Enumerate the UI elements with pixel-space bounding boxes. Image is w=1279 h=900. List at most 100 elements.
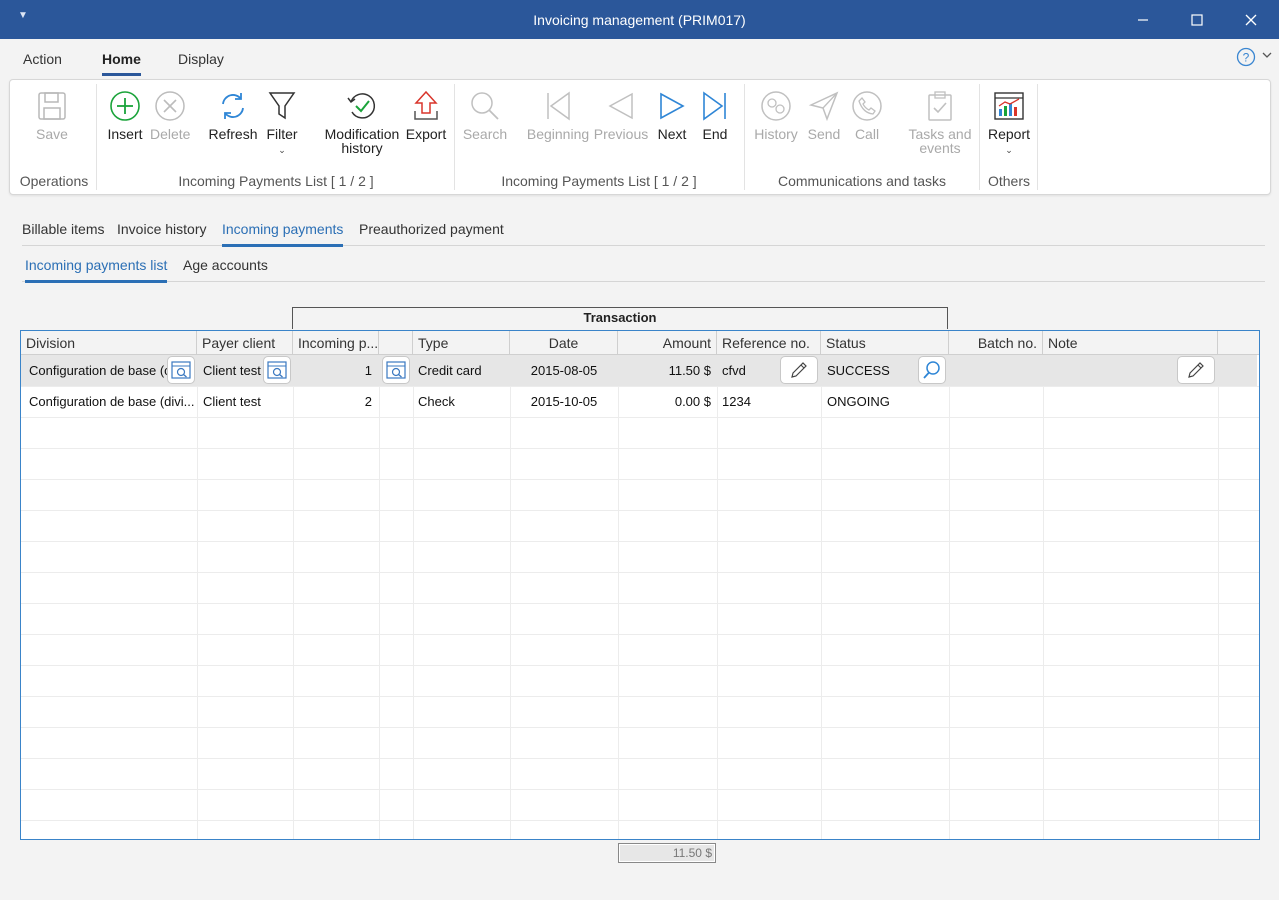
history-icon bbox=[761, 91, 791, 121]
grid-line bbox=[821, 355, 822, 839]
column-header-blank[interactable] bbox=[379, 331, 413, 355]
pencil-icon bbox=[791, 362, 807, 378]
cell-amount: 11.50 $ bbox=[668, 363, 711, 378]
history-check-icon bbox=[347, 93, 376, 119]
tasks-and-events-button[interactable]: Tasks and events bbox=[904, 86, 976, 155]
send-label: Send bbox=[807, 126, 841, 142]
table-row[interactable]: Configuration de base (divi... Client te… bbox=[21, 386, 1257, 417]
column-header-filler bbox=[1218, 331, 1259, 355]
insert-button[interactable]: Insert bbox=[106, 86, 144, 141]
tab-billable-items[interactable]: Billable items bbox=[22, 221, 104, 246]
delete-label: Delete bbox=[150, 126, 191, 142]
cell-date: 2015-08-05 bbox=[530, 363, 598, 378]
lookup-card-icon bbox=[171, 361, 191, 379]
tab-age-accounts[interactable]: Age accounts bbox=[183, 257, 268, 282]
group-label-operations: Operations bbox=[19, 173, 89, 189]
incoming-payment-lookup-button[interactable] bbox=[382, 356, 410, 384]
previous-button[interactable]: Previous bbox=[592, 86, 650, 141]
table-row[interactable]: Configuration de base (c Client test 1 C… bbox=[21, 355, 1257, 386]
ribbon-collapse-icon[interactable] bbox=[1262, 48, 1272, 62]
export-button[interactable]: Export bbox=[404, 86, 448, 141]
grid-line bbox=[1043, 355, 1044, 839]
group-label-others: Others bbox=[987, 173, 1030, 189]
lookup-card-icon bbox=[267, 361, 287, 379]
clipboard-check-icon bbox=[928, 91, 952, 121]
insert-label: Insert bbox=[107, 126, 143, 142]
report-button[interactable]: Report ⌄ bbox=[986, 86, 1032, 157]
history-button[interactable]: History bbox=[752, 86, 800, 141]
maximize-icon bbox=[1191, 13, 1203, 26]
column-header-amount[interactable]: Amount bbox=[618, 331, 717, 355]
grid-line bbox=[21, 665, 1259, 666]
reference-edit-button[interactable] bbox=[780, 356, 818, 384]
beginning-button[interactable]: Beginning bbox=[526, 86, 590, 141]
plus-circle-icon bbox=[110, 91, 140, 121]
grid-line bbox=[949, 355, 950, 839]
phone-icon bbox=[852, 91, 882, 121]
search-button[interactable]: Search bbox=[462, 86, 508, 141]
history-label: History bbox=[754, 126, 798, 142]
column-header-batch[interactable]: Batch no. bbox=[949, 331, 1043, 355]
save-button[interactable]: Save bbox=[34, 86, 70, 141]
tab-invoice-history[interactable]: Invoice history bbox=[117, 221, 206, 246]
previous-icon bbox=[608, 92, 633, 120]
payer-lookup-button[interactable] bbox=[263, 356, 291, 384]
grid-line bbox=[21, 634, 1259, 635]
grid-line bbox=[21, 820, 1259, 821]
ribbon-tab-action[interactable]: Action bbox=[23, 51, 62, 67]
next-button[interactable]: Next bbox=[654, 86, 690, 141]
column-header-reference[interactable]: Reference no. bbox=[717, 331, 821, 355]
column-header-payer-client[interactable]: Payer client bbox=[197, 331, 293, 355]
send-button[interactable]: Send bbox=[804, 86, 844, 141]
minimize-icon bbox=[1138, 18, 1148, 21]
primary-tab-bar: Billable items Invoice history Incoming … bbox=[22, 221, 1265, 247]
column-header-note[interactable]: Note bbox=[1043, 331, 1218, 355]
column-header-date[interactable]: Date bbox=[510, 331, 618, 355]
previous-label: Previous bbox=[593, 126, 649, 142]
modification-history-label-2: history bbox=[341, 140, 383, 156]
cell-batch bbox=[955, 355, 1037, 386]
report-label: Report bbox=[987, 126, 1031, 142]
grid-line bbox=[1218, 355, 1219, 839]
delete-button[interactable]: Delete bbox=[150, 86, 190, 141]
column-header-incoming-payment[interactable]: Incoming p... bbox=[293, 331, 379, 355]
grid-header: Division Payer client Incoming p... Type… bbox=[21, 331, 1259, 355]
note-edit-button[interactable] bbox=[1177, 356, 1215, 384]
column-header-type[interactable]: Type bbox=[413, 331, 510, 355]
cell-payer-client: Client test bbox=[203, 363, 261, 378]
cell-incoming-payment: 2 bbox=[364, 394, 372, 409]
grid-line bbox=[717, 355, 718, 839]
save-label: Save bbox=[36, 126, 68, 142]
pencil-icon bbox=[1188, 362, 1204, 378]
grid-line bbox=[21, 417, 1259, 418]
grid-line bbox=[379, 355, 380, 839]
ribbon-tab-display[interactable]: Display bbox=[178, 51, 224, 67]
refresh-button[interactable]: Refresh bbox=[208, 86, 258, 141]
column-header-status[interactable]: Status bbox=[821, 331, 949, 355]
cell-reference: 1234 bbox=[722, 394, 751, 409]
division-lookup-button[interactable] bbox=[167, 356, 195, 384]
grid-line bbox=[21, 541, 1259, 542]
minimize-button[interactable] bbox=[1116, 0, 1170, 39]
filter-button[interactable]: Filter ⌄ bbox=[264, 86, 300, 157]
cell-division: Configuration de base (c bbox=[29, 363, 167, 378]
cell-type: Credit card bbox=[418, 363, 482, 378]
end-button[interactable]: End bbox=[698, 86, 732, 141]
cell-status: ONGOING bbox=[827, 394, 890, 409]
maximize-button[interactable] bbox=[1170, 0, 1224, 39]
column-header-division[interactable]: Division bbox=[21, 331, 197, 355]
next-icon bbox=[660, 92, 685, 120]
call-button[interactable]: Call bbox=[848, 86, 886, 141]
ribbon-tab-home[interactable]: Home bbox=[102, 51, 141, 76]
chevron-down-icon: ⌄ bbox=[278, 145, 286, 155]
filter-icon bbox=[268, 92, 296, 120]
help-icon[interactable]: ? bbox=[1236, 47, 1256, 67]
close-button[interactable] bbox=[1224, 0, 1278, 39]
tab-incoming-payments[interactable]: Incoming payments bbox=[222, 221, 344, 247]
modification-history-button[interactable]: Modification history bbox=[322, 86, 402, 155]
tab-preauthorized-payment[interactable]: Preauthorized payment bbox=[359, 221, 504, 246]
beginning-label: Beginning bbox=[526, 126, 590, 142]
tab-incoming-payments-list[interactable]: Incoming payments list bbox=[25, 257, 168, 283]
cell-payer-client: Client test bbox=[203, 394, 261, 409]
status-search-button[interactable] bbox=[918, 356, 946, 384]
